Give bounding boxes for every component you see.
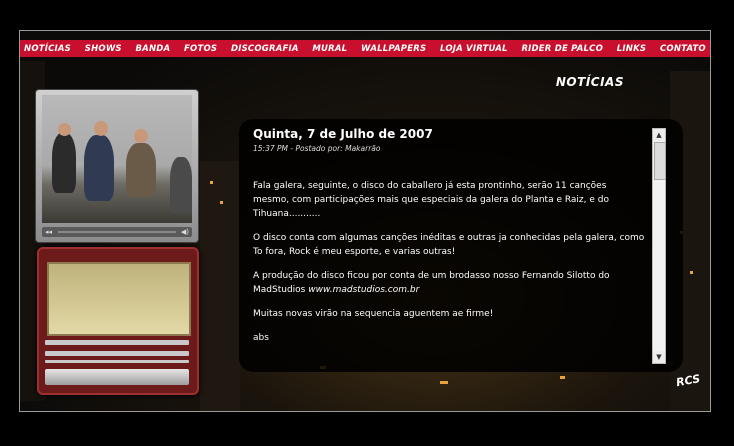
mini-player-bar[interactable] <box>45 360 189 363</box>
site-frame: NOTÍCIAS SHOWS BANDA FOTOS DISCOGRAFIA M… <box>19 30 711 412</box>
post-meta: 15:37 PM - Postado por: Makarrão <box>253 144 381 153</box>
nav-contato[interactable]: CONTATO <box>660 44 706 54</box>
mini-player <box>37 247 199 395</box>
band-member-figure <box>84 135 114 201</box>
city-light <box>690 271 693 274</box>
band-member-head <box>58 123 71 136</box>
post-paragraph: Muitas novas virão na sequencia aguentem… <box>253 309 494 319</box>
nav-loja-virtual[interactable]: LOJA VIRTUAL <box>440 44 508 54</box>
mini-player-button[interactable] <box>45 369 189 385</box>
scroll-up-icon[interactable]: ▲ <box>653 129 665 141</box>
band-member-figure <box>170 157 192 213</box>
rewind-icon[interactable]: ◂◂ <box>45 228 52 236</box>
section-title: NOTÍCIAS <box>555 75 624 89</box>
video-player: ◂◂ ◀) <box>35 89 199 243</box>
news-panel: Quinta, 7 de Julho de 2007 15:37 PM - Po… <box>239 119 683 372</box>
post-title: Quinta, 7 de Julho de 2007 <box>253 127 433 141</box>
post-body: Fala galera, seguinte, o disco do caball… <box>253 179 645 345</box>
city-light <box>560 376 565 379</box>
band-logo: RCS <box>675 372 702 390</box>
post-paragraph: Fala galera, seguinte, o disco do caball… <box>253 181 609 219</box>
nav-fotos[interactable]: FOTOS <box>184 44 217 54</box>
band-member-head <box>134 129 148 143</box>
city-light <box>440 381 448 384</box>
mini-player-bar[interactable] <box>45 351 189 356</box>
band-member-head <box>94 121 108 136</box>
post-paragraph-text: A produção do disco ficou por conta de u… <box>253 271 610 295</box>
volume-icon[interactable]: ◀) <box>181 228 189 236</box>
news-content: Quinta, 7 de Julho de 2007 15:37 PM - Po… <box>253 127 645 363</box>
nav-links[interactable]: LINKS <box>617 44 646 54</box>
mini-player-bar[interactable] <box>45 340 189 345</box>
nav-mural[interactable]: MURAL <box>312 44 347 54</box>
city-light <box>220 201 223 204</box>
nav-discografia[interactable]: DISCOGRAFIA <box>231 44 299 54</box>
post-paragraph: abs <box>253 333 269 343</box>
player-controls: ◂◂ ◀) <box>42 227 192 237</box>
mini-player-screen <box>47 262 191 336</box>
nav-banda[interactable]: BANDA <box>135 44 170 54</box>
seek-bar[interactable] <box>58 231 176 233</box>
post-paragraph: O disco conta com algumas canções inédit… <box>253 233 645 257</box>
main-nav: NOTÍCIAS SHOWS BANDA FOTOS DISCOGRAFIA M… <box>20 40 710 57</box>
nav-shows[interactable]: SHOWS <box>85 44 122 54</box>
nav-wallpapers[interactable]: WALLPAPERS <box>361 44 426 54</box>
post-paragraph: A produção do disco ficou por conta de u… <box>253 269 645 297</box>
scroll-down-icon[interactable]: ▼ <box>653 351 665 363</box>
band-member-figure <box>126 143 156 197</box>
nav-noticias[interactable]: NOTÍCIAS <box>24 44 71 54</box>
scrollbar[interactable]: ▲ ▼ <box>652 128 666 364</box>
scroll-thumb[interactable] <box>654 142 666 180</box>
background-building <box>200 161 240 411</box>
nav-rider-de-palco[interactable]: RIDER DE PALCO <box>521 44 603 54</box>
video-screen[interactable] <box>42 95 192 223</box>
city-light <box>210 181 213 184</box>
madstudios-link[interactable]: www.madstudios.com.br <box>308 285 419 295</box>
band-member-figure <box>52 133 76 193</box>
